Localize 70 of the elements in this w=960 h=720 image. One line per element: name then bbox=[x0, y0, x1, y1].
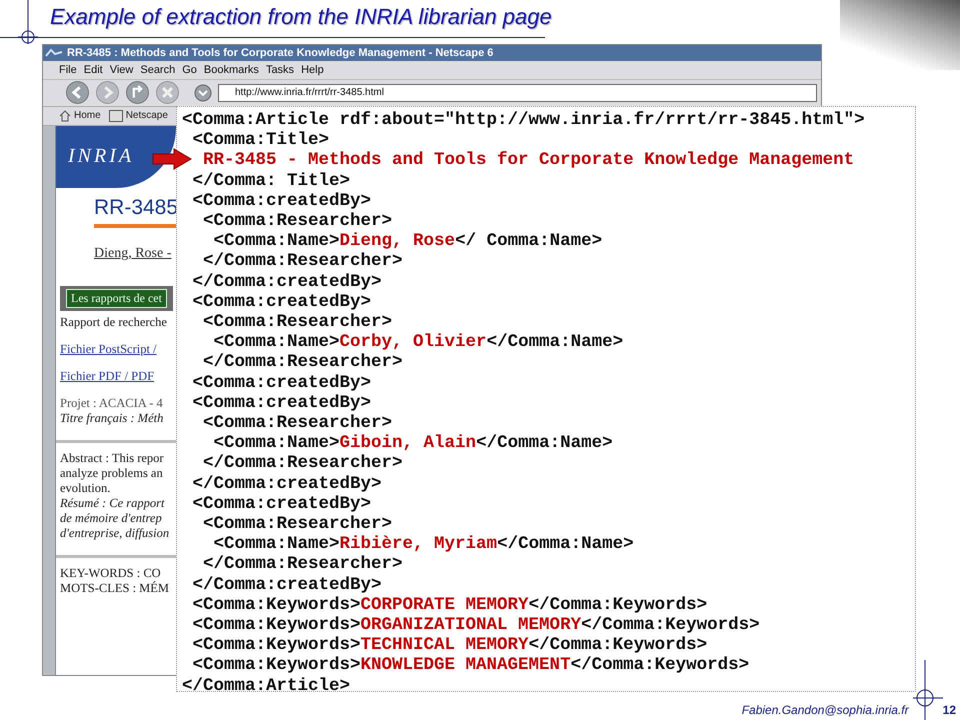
xml-line: <Comma:createdBy> bbox=[192, 190, 372, 212]
xml-line: </Comma:Researcher> bbox=[203, 453, 403, 474]
xml-line: </Comma:Researcher> bbox=[203, 554, 403, 575]
xml-line: <Comma:Researcher> bbox=[203, 514, 392, 534]
menu-item[interactable]: View bbox=[110, 64, 134, 76]
page-text: Projet : ACACIA - 4 bbox=[60, 396, 163, 411]
page-link[interactable]: Fichier PDF / PDF bbox=[60, 368, 154, 384]
xml-line: </Comma:createdBy> bbox=[192, 574, 382, 595]
page-text: d'entreprise, diffusion bbox=[60, 526, 170, 541]
page-text: analyze problems an bbox=[60, 466, 163, 481]
url-field[interactable]: http://www.inria.fr/rrrt/rr-3485.html bbox=[218, 84, 817, 102]
xml-line: </Comma:createdBy> bbox=[192, 474, 382, 494]
xml-line: </Comma: Title> bbox=[192, 170, 350, 191]
xml-line: <Comma:Name>Giboin, Alain</Comma:Name> bbox=[214, 433, 613, 454]
window-title: RR-3485 : Methods and Tools for Corporate Knowledge Management - Netscape 6 bbox=[67, 46, 494, 59]
xml-line: <Comma:Title> bbox=[192, 130, 330, 150]
page-number: 12 bbox=[942, 703, 956, 717]
xml-line: </Comma:Researcher> bbox=[203, 352, 403, 373]
page-text: Résumé : Ce rapport bbox=[60, 496, 164, 511]
house-icon bbox=[59, 110, 71, 122]
logo-text: INRIA bbox=[68, 145, 134, 168]
page-text: de mémoire d'entrep bbox=[60, 510, 162, 526]
author-link[interactable]: Dieng, Rose - bbox=[94, 246, 172, 262]
xml-line: <Comma:createdBy> bbox=[192, 292, 372, 312]
toolbar-link[interactable]: Home bbox=[74, 110, 101, 122]
bookmark-icon bbox=[108, 110, 123, 122]
crosshair-drawing bbox=[912, 660, 943, 720]
author-email: Fabien.Gandon@sophia.inria.fr bbox=[742, 703, 909, 717]
xml-line: <Comma:Researcher> bbox=[203, 312, 392, 332]
page-text: evolution. bbox=[60, 480, 110, 496]
back-button[interactable] bbox=[65, 80, 90, 106]
xml-line: <Comma:createdBy> bbox=[192, 392, 372, 414]
page-text: KEY-WORDS : CO bbox=[60, 566, 161, 581]
xml-line: <Comma:Keywords>TECHNICAL MEMORY</Comma:Keywords> bbox=[192, 635, 708, 656]
xml-line: <Comma:createdBy> bbox=[192, 494, 372, 514]
xml-line: <Comma:Researcher> bbox=[203, 211, 392, 232]
menu-item[interactable]: Go bbox=[182, 64, 197, 76]
app-icon bbox=[45, 48, 63, 58]
xml-line: <Comma:createdBy> bbox=[192, 372, 372, 393]
xml-line: <Comma:Researcher> bbox=[203, 413, 392, 434]
xml-line: RR-3485 - Methods and Tools for Corporate Knowledge Management bbox=[203, 150, 854, 171]
page-text: Rapport de recherche bbox=[60, 314, 167, 330]
xml-line: <Comma:Name>Ribière, Myriam</Comma:Name> bbox=[214, 534, 634, 554]
menu-item[interactable]: Search bbox=[140, 64, 176, 76]
forward-button[interactable] bbox=[95, 80, 120, 106]
xml-line: <Comma:Keywords>ORGANIZATIONAL MEMORY</Comma:Keywords> bbox=[192, 615, 760, 636]
menu-item[interactable]: File bbox=[59, 64, 77, 76]
xml-line: </Comma:Article> bbox=[182, 676, 350, 696]
menu-item[interactable]: Bookmarks bbox=[204, 64, 259, 76]
page-link[interactable]: Fichier PostScript / bbox=[60, 342, 157, 357]
xml-line: <Comma:Name>Corby, Olivier</Comma:Name> bbox=[214, 332, 624, 352]
arrow-icon bbox=[152, 148, 192, 170]
reload-button[interactable] bbox=[125, 80, 150, 106]
page-text: MOTS-CLES : MÉM bbox=[60, 580, 170, 596]
page-text: Titre français : Méth bbox=[60, 410, 164, 426]
reports-button[interactable]: Les rapports de cet bbox=[66, 288, 167, 308]
toolbar-link[interactable]: Netscape bbox=[126, 110, 168, 122]
xml-line: <Comma:Keywords>KNOWLEDGE MANAGEMENT</Comma:Keywords> bbox=[192, 655, 750, 676]
xml-line: <Comma:Article rdf:about="http://www.inria.fr/rrrt/rr-3845.html"> bbox=[182, 110, 865, 130]
dropdown-button[interactable] bbox=[193, 82, 213, 103]
xml-line: <Comma:Keywords>CORPORATE MEMORY</Comma:Keywords> bbox=[192, 594, 708, 616]
xml-line: </Comma:Researcher> bbox=[203, 251, 403, 272]
stop-button[interactable] bbox=[155, 80, 180, 106]
menu-item[interactable]: Help bbox=[301, 64, 324, 76]
xml-line: <Comma:Name>Dieng, Rose</ Comma:Name> bbox=[214, 231, 602, 252]
xml-line: </Comma:createdBy> bbox=[192, 272, 382, 292]
menu-item[interactable]: Tasks bbox=[266, 64, 294, 76]
page-text: Abstract : This repor bbox=[60, 450, 164, 466]
slide-title: Example of extraction from the INRIA librarian page bbox=[50, 4, 552, 29]
menu-item[interactable]: Edit bbox=[84, 64, 103, 76]
